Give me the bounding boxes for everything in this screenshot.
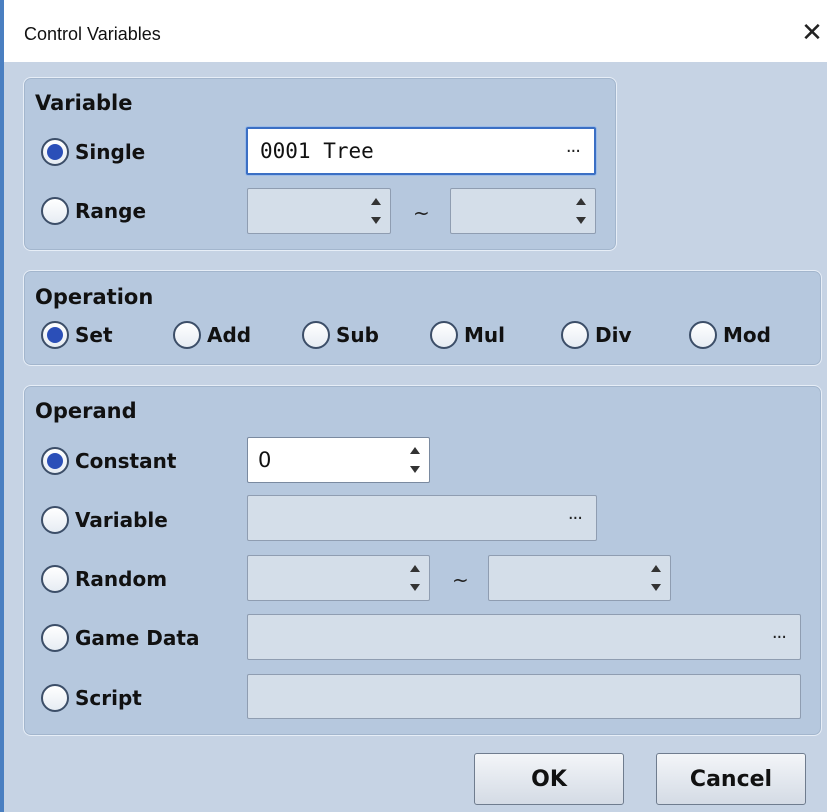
- ok-button[interactable]: OK: [474, 753, 624, 805]
- range-to-spinner[interactable]: [450, 188, 596, 234]
- spinner-arrows-icon[interactable]: [370, 198, 382, 224]
- radio-operand-variable-label: Variable: [75, 508, 168, 532]
- range-separator: ~: [413, 201, 430, 225]
- radio-circle: [689, 321, 717, 349]
- radio-operand-game-data-label: Game Data: [75, 626, 200, 650]
- spinner-arrows-icon[interactable]: [409, 447, 421, 473]
- radio-op-add[interactable]: Add: [173, 321, 251, 349]
- radio-op-div[interactable]: Div: [561, 321, 632, 349]
- radio-op-mul[interactable]: Mul: [430, 321, 505, 349]
- cancel-button[interactable]: Cancel: [656, 753, 806, 805]
- radio-operand-random[interactable]: Random: [41, 565, 167, 593]
- game-data-field[interactable]: ···: [247, 614, 801, 660]
- operation-panel: Operation Set Add Sub Mul Div Mod: [23, 270, 822, 366]
- radio-circle: [41, 506, 69, 534]
- operand-panel: Operand Constant 0 Variable ··· Random ~: [23, 385, 822, 736]
- radio-circle: [41, 684, 69, 712]
- radio-op-mul-label: Mul: [464, 323, 505, 347]
- variable-panel: Variable Single 0001 Tree ··· Range ~: [23, 77, 617, 251]
- close-icon[interactable]: ✕: [798, 15, 826, 51]
- radio-range-label: Range: [75, 199, 147, 223]
- radio-op-sub-label: Sub: [336, 323, 379, 347]
- radio-op-mod[interactable]: Mod: [689, 321, 771, 349]
- radio-single[interactable]: Single: [41, 138, 145, 166]
- operand-panel-title: Operand: [35, 399, 137, 423]
- radio-operand-script-label: Script: [75, 686, 142, 710]
- radio-circle: [41, 138, 69, 166]
- operand-variable-field[interactable]: ···: [247, 495, 597, 541]
- radio-operand-script[interactable]: Script: [41, 684, 142, 712]
- radio-op-add-label: Add: [207, 323, 252, 347]
- radio-operand-constant-label: Constant: [75, 449, 177, 473]
- radio-single-label: Single: [75, 140, 146, 164]
- radio-circle: [302, 321, 330, 349]
- spinner-arrows-icon[interactable]: [409, 565, 421, 591]
- window-title: Control Variables: [24, 24, 161, 44]
- radio-circle: [561, 321, 589, 349]
- radio-op-set[interactable]: Set: [41, 321, 113, 349]
- script-input[interactable]: [247, 674, 801, 719]
- random-from-spinner[interactable]: [247, 555, 430, 601]
- radio-operand-game-data[interactable]: Game Data: [41, 624, 199, 652]
- radio-operand-variable[interactable]: Variable: [41, 506, 168, 534]
- radio-range[interactable]: Range: [41, 197, 146, 225]
- range-from-spinner[interactable]: [247, 188, 391, 234]
- radio-operand-constant[interactable]: Constant: [41, 447, 176, 475]
- radio-circle: [430, 321, 458, 349]
- constant-value: 0: [258, 448, 272, 472]
- single-variable-field[interactable]: 0001 Tree ···: [246, 127, 596, 175]
- radio-circle: [41, 321, 69, 349]
- variable-panel-title: Variable: [35, 91, 133, 115]
- random-to-spinner[interactable]: [488, 555, 671, 601]
- constant-spinner[interactable]: 0: [247, 437, 430, 483]
- radio-op-div-label: Div: [595, 323, 632, 347]
- radio-circle: [173, 321, 201, 349]
- single-variable-value: 0001 Tree: [260, 139, 374, 163]
- title-bar: Control Variables ✕: [4, 0, 827, 62]
- dialog-body: Variable Single 0001 Tree ··· Range ~ Op…: [4, 62, 827, 812]
- ellipsis-icon: ···: [565, 140, 581, 162]
- spinner-arrows-icon[interactable]: [650, 565, 662, 591]
- radio-circle: [41, 565, 69, 593]
- spinner-arrows-icon[interactable]: [575, 198, 587, 224]
- operation-panel-title: Operation: [35, 285, 154, 309]
- radio-circle: [41, 197, 69, 225]
- radio-operand-random-label: Random: [75, 567, 168, 591]
- radio-circle: [41, 624, 69, 652]
- random-separator: ~: [452, 568, 469, 592]
- ellipsis-icon: ···: [771, 626, 787, 648]
- radio-op-mod-label: Mod: [723, 323, 771, 347]
- radio-circle: [41, 447, 69, 475]
- radio-op-set-label: Set: [75, 323, 113, 347]
- radio-op-sub[interactable]: Sub: [302, 321, 379, 349]
- ellipsis-icon: ···: [567, 507, 583, 529]
